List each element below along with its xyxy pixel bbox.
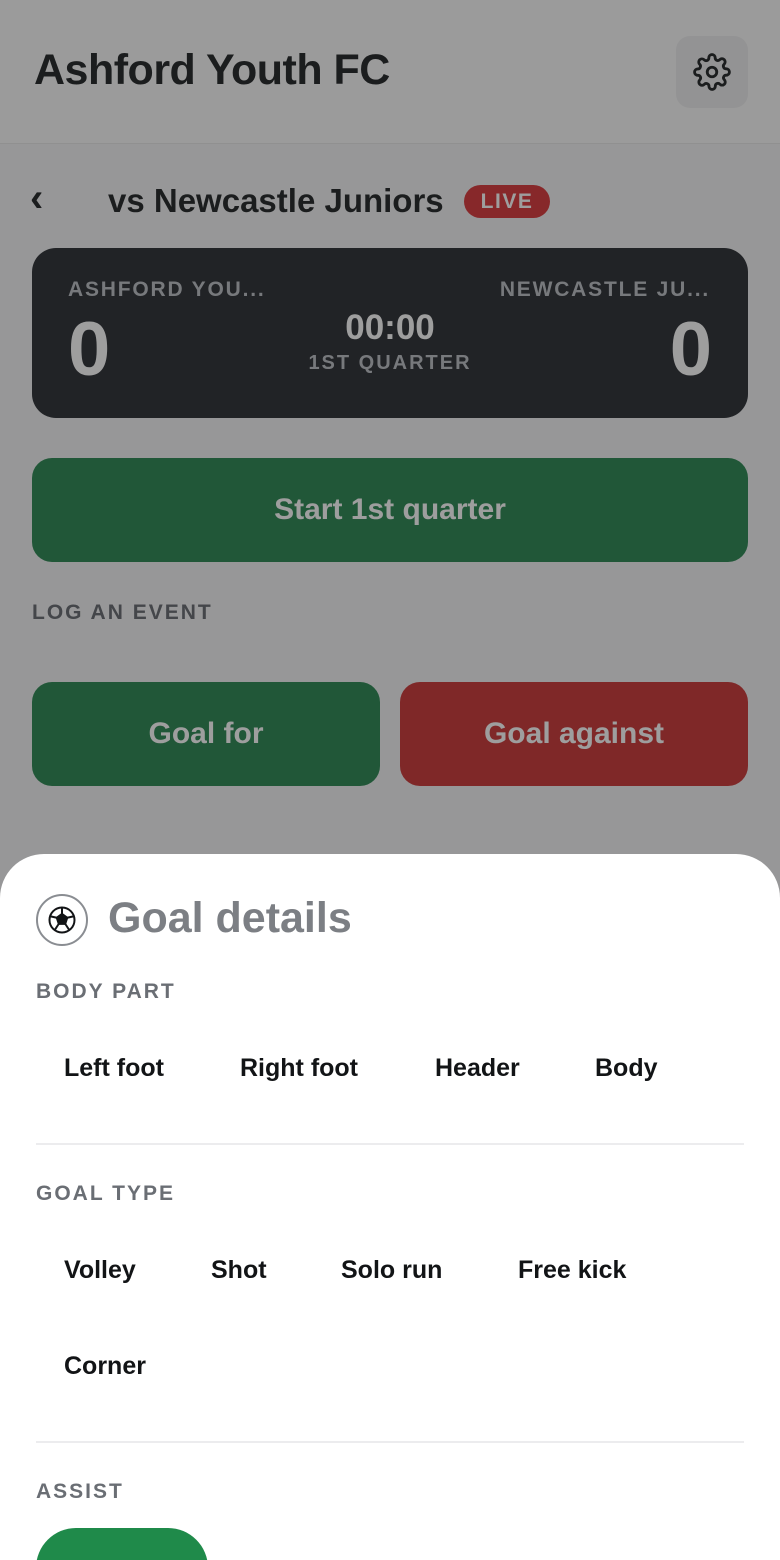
body-part-right-foot[interactable]: Right foot <box>240 1054 358 1083</box>
goal-type-shot[interactable]: Shot <box>211 1256 267 1285</box>
goal-type-solo-run[interactable]: Solo run <box>341 1256 442 1285</box>
body-part-body[interactable]: Body <box>595 1054 658 1083</box>
body-part-left-foot[interactable]: Left foot <box>64 1054 164 1083</box>
section-divider <box>36 1441 744 1443</box>
body-part-header[interactable]: Header <box>435 1054 520 1083</box>
sheet-title: Goal details <box>108 894 352 942</box>
assist-option-selected[interactable] <box>36 1528 208 1560</box>
section-divider <box>36 1143 744 1145</box>
soccer-ball-icon <box>36 894 88 946</box>
goal-type-label: GOAL TYPE <box>36 1182 175 1205</box>
goal-type-free-kick[interactable]: Free kick <box>518 1256 626 1285</box>
goal-type-volley[interactable]: Volley <box>64 1256 136 1285</box>
assist-label: ASSIST <box>36 1480 124 1503</box>
goal-details-sheet: Goal details BODY PART Left foot Right f… <box>0 854 780 1560</box>
body-part-label: BODY PART <box>36 980 176 1003</box>
goal-type-corner[interactable]: Corner <box>64 1352 146 1381</box>
